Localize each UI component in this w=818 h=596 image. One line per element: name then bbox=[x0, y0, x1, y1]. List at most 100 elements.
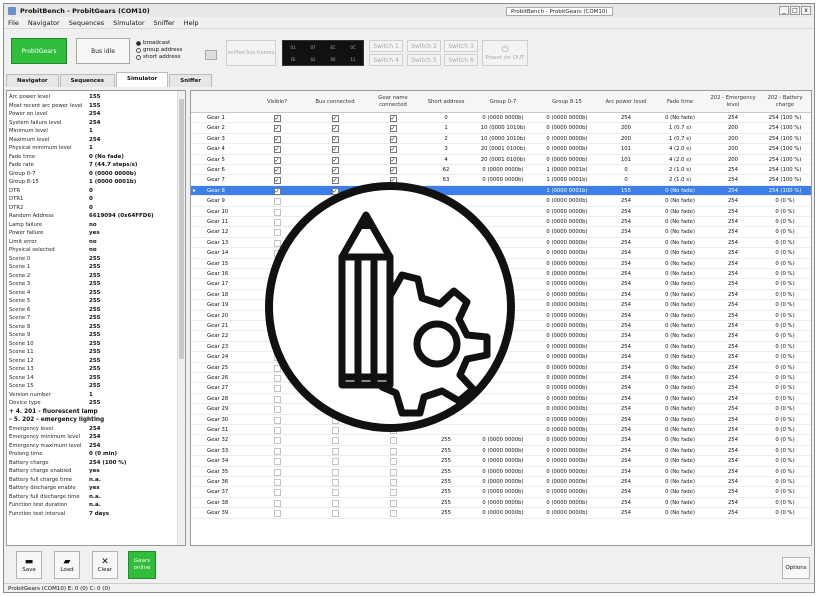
table-row[interactable]: Gear 6 ✓ ✓ ✓ 62 0 (0000 0000b) 1 (0000 0001b) 0… bbox=[191, 165, 811, 176]
checkbox-nm[interactable] bbox=[389, 499, 397, 507]
checkbox-bus[interactable] bbox=[331, 458, 339, 466]
column-header[interactable]: Group 0-7 bbox=[471, 91, 535, 113]
checkbox-vis[interactable]: ✓ bbox=[273, 125, 281, 133]
table-row[interactable]: Gear 32 255 0 (0000 0000b) 0 (0000 0000b) 25… bbox=[191, 435, 811, 446]
checkbox-bus[interactable] bbox=[331, 510, 339, 518]
radio-broadcast[interactable]: broadcast bbox=[136, 40, 182, 46]
switch-1-button[interactable]: Switch 1 bbox=[369, 40, 403, 52]
checkbox-nm[interactable]: ✓ bbox=[389, 167, 397, 174]
column-header[interactable]: Bus connected bbox=[305, 91, 365, 113]
switch-6-button[interactable]: Switch 6 bbox=[444, 54, 478, 66]
column-header[interactable]: Visible? bbox=[249, 91, 305, 113]
menu-simulator[interactable]: Simulator bbox=[113, 19, 144, 27]
column-header[interactable]: Fade time bbox=[653, 91, 707, 113]
checkbox-bus[interactable]: ✓ bbox=[331, 146, 339, 154]
probitgears-button[interactable]: ProbitGears bbox=[11, 38, 67, 64]
property-group[interactable]: – 5. 202 - emergency lighting bbox=[9, 416, 177, 424]
column-header[interactable] bbox=[205, 91, 249, 113]
checkbox-vis[interactable] bbox=[273, 458, 281, 466]
column-header[interactable]: Arc power level bbox=[599, 91, 653, 113]
checkbox-vis[interactable] bbox=[273, 499, 281, 507]
table-row[interactable]: Gear 2 ✓ ✓ ✓ 1 10 (0000 1010b) 0 (0000 0000b) 2… bbox=[191, 123, 811, 134]
radio-group-address[interactable]: group address bbox=[136, 47, 182, 53]
checkbox-vis[interactable]: ✓ bbox=[273, 156, 281, 164]
switch-2-button[interactable]: Switch 2 bbox=[407, 40, 441, 52]
column-header[interactable]: 202 - Battery charge bbox=[759, 91, 811, 113]
checkbox-vis[interactable]: ✓ bbox=[273, 115, 281, 122]
tab-sniffer[interactable]: Sniffer bbox=[169, 74, 212, 87]
send-frames-button[interactable]: sniffed bus frames bbox=[226, 40, 276, 66]
table-row[interactable]: Gear 39 255 0 (0000 0000b) 0 (0000 0000b) 25… bbox=[191, 508, 811, 519]
power-button[interactable]: ⏻ Power on OUT bbox=[482, 40, 528, 66]
options-button[interactable]: Options bbox=[782, 557, 810, 579]
column-header[interactable]: Group 8-15 bbox=[535, 91, 599, 113]
table-row[interactable]: Gear 1 ✓ ✓ ✓ 0 0 (0000 0000b) 0 (0000 0000b) 25… bbox=[191, 113, 811, 124]
checkbox-bus[interactable] bbox=[331, 489, 339, 497]
table-row[interactable]: Gear 4 ✓ ✓ ✓ 3 20 (0001 0100b) 0 (0000 0000b) 1… bbox=[191, 144, 811, 155]
table-row[interactable]: Gear 35 255 0 (0000 0000b) 0 (0000 0000b) 25… bbox=[191, 467, 811, 477]
table-row[interactable]: Gear 38 255 0 (0000 0000b) 0 (0000 0000b) 25… bbox=[191, 498, 811, 509]
table-row[interactable]: Gear 34 255 0 (0000 0000b) 0 (0000 0000b) 25… bbox=[191, 456, 811, 467]
checkbox-bus[interactable] bbox=[331, 437, 339, 445]
close-button[interactable]: x bbox=[801, 6, 811, 15]
checkbox-bus[interactable]: ✓ bbox=[331, 125, 339, 133]
checkbox-nm[interactable] bbox=[389, 510, 397, 518]
menu-sniffer[interactable]: Sniffer bbox=[154, 19, 175, 27]
tab-simulator[interactable]: Simulator bbox=[116, 72, 169, 87]
checkbox-vis[interactable] bbox=[273, 437, 281, 445]
tab-navigator[interactable]: Navigator bbox=[6, 74, 59, 87]
table-row[interactable]: Gear 3 ✓ ✓ ✓ 2 10 (0000 1010b) 0 (0000 0000b) 2… bbox=[191, 134, 811, 145]
expand-toggle-icon[interactable]: + bbox=[9, 409, 16, 415]
scrollbar-thumb[interactable] bbox=[179, 99, 184, 359]
checkbox-nm[interactable] bbox=[389, 489, 397, 497]
checkbox-nm[interactable] bbox=[389, 458, 397, 466]
table-row[interactable]: Gear 36 255 0 (0000 0000b) 0 (0000 0000b) 25… bbox=[191, 477, 811, 488]
column-header[interactable]: Short address bbox=[421, 91, 471, 113]
checkbox-bus[interactable] bbox=[331, 499, 339, 507]
checkbox-nm[interactable]: ✓ bbox=[389, 135, 397, 143]
maximize-button[interactable]: □ bbox=[790, 6, 800, 15]
checkbox-bus[interactable] bbox=[331, 479, 339, 486]
checkbox-bus[interactable]: ✓ bbox=[331, 115, 339, 122]
checkbox-nm[interactable] bbox=[389, 437, 397, 445]
checkbox-nm[interactable] bbox=[389, 447, 397, 455]
switch-5-button[interactable]: Switch 5 bbox=[407, 54, 441, 66]
switch-4-button[interactable]: Switch 4 bbox=[369, 54, 403, 66]
table-row[interactable]: Gear 37 255 0 (0000 0000b) 0 (0000 0000b) 25… bbox=[191, 487, 811, 498]
menu-sequences[interactable]: Sequences bbox=[69, 19, 104, 27]
checkbox-bus[interactable] bbox=[331, 468, 339, 476]
checkbox-nm[interactable] bbox=[389, 479, 397, 486]
menu-file[interactable]: File bbox=[8, 19, 19, 27]
clear-button[interactable]: ✕ Clear bbox=[92, 551, 118, 579]
minimize-button[interactable]: _ bbox=[779, 6, 789, 15]
checkbox-nm[interactable]: ✓ bbox=[389, 146, 397, 154]
gears-online-button[interactable]: Gears online bbox=[128, 551, 156, 579]
checkbox-bus[interactable]: ✓ bbox=[331, 135, 339, 143]
property-group[interactable]: + 4. 201 - fluorescent lamp bbox=[9, 408, 177, 416]
table-row[interactable]: Gear 5 ✓ ✓ ✓ 4 20 (0001 0100b) 0 (0000 0000b) 1… bbox=[191, 155, 811, 165]
load-button[interactable]: ▰ Load bbox=[54, 551, 80, 579]
column-header[interactable]: Gear name connected bbox=[365, 91, 421, 113]
address-select[interactable] bbox=[205, 50, 217, 60]
switch-3-button[interactable]: Switch 3 bbox=[444, 40, 478, 52]
checkbox-vis[interactable] bbox=[273, 489, 281, 497]
tab-sequences[interactable]: Sequences bbox=[59, 74, 116, 87]
checkbox-nm[interactable]: ✓ bbox=[389, 125, 397, 133]
checkbox-nm[interactable]: ✓ bbox=[389, 156, 397, 164]
table-row[interactable]: Gear 33 255 0 (0000 0000b) 0 (0000 0000b) 25… bbox=[191, 446, 811, 457]
bus-idle-button[interactable]: Bus idle bbox=[76, 38, 130, 64]
checkbox-vis[interactable] bbox=[273, 479, 281, 486]
checkbox-bus[interactable]: ✓ bbox=[331, 156, 339, 164]
checkbox-vis[interactable] bbox=[273, 468, 281, 476]
checkbox-bus[interactable] bbox=[331, 447, 339, 455]
checkbox-vis[interactable]: ✓ bbox=[273, 135, 281, 143]
checkbox-vis[interactable]: ✓ bbox=[273, 167, 281, 174]
radio-short-address[interactable]: short address bbox=[136, 54, 182, 60]
checkbox-nm[interactable]: ✓ bbox=[389, 115, 397, 122]
checkbox-vis[interactable]: ✓ bbox=[273, 146, 281, 154]
checkbox-nm[interactable] bbox=[389, 468, 397, 476]
column-header[interactable]: 202 - Emergency level bbox=[707, 91, 759, 113]
property-scrollbar[interactable] bbox=[177, 91, 185, 545]
menu-navigator[interactable]: Navigator bbox=[28, 19, 60, 27]
checkbox-vis[interactable] bbox=[273, 447, 281, 455]
